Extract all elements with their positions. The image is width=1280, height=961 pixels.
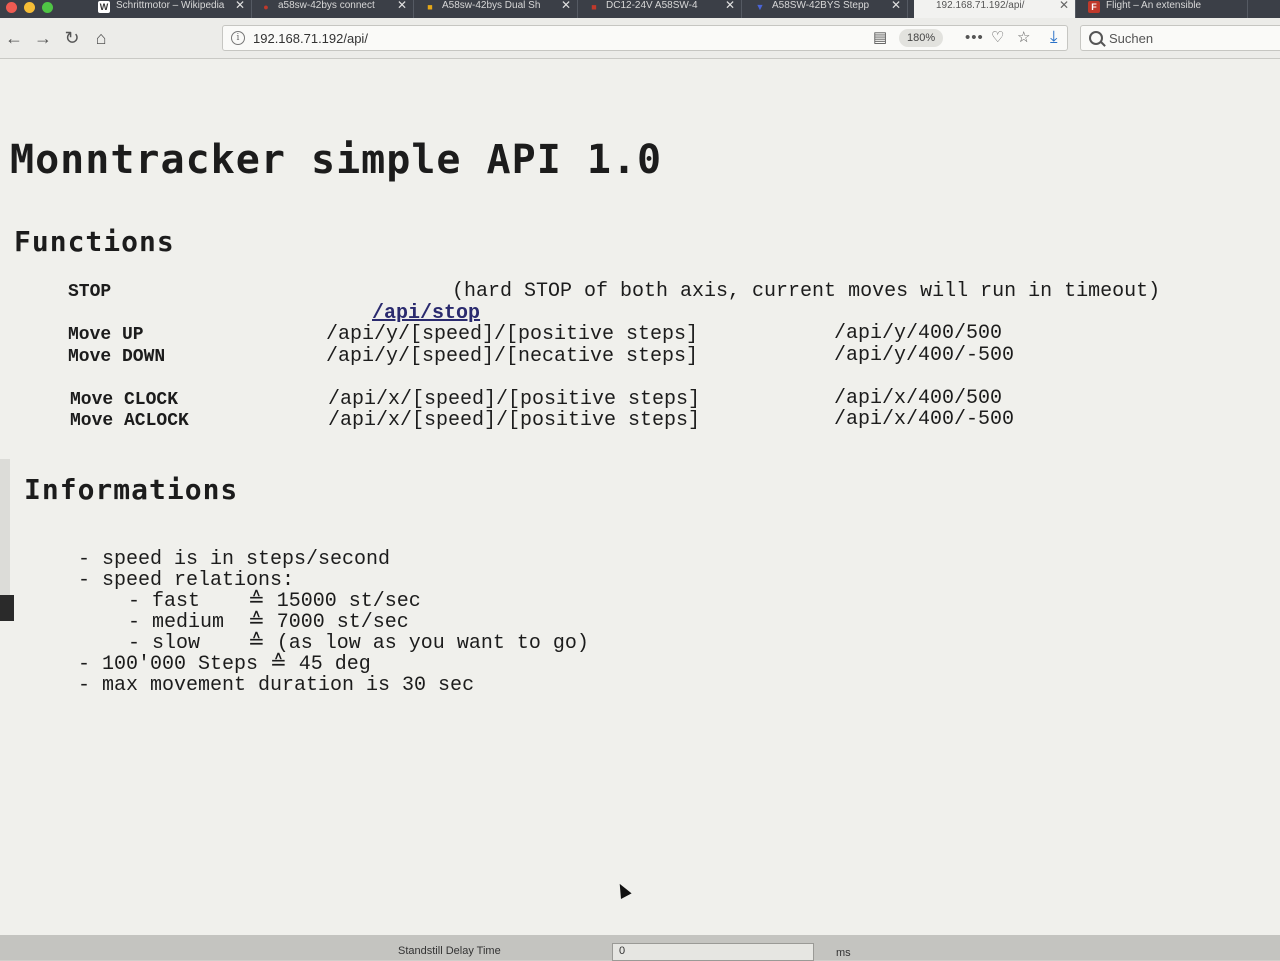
bookmark-star-icon[interactable]: ☆ <box>1017 29 1030 47</box>
move-clock-example: /api/x/400/500 <box>834 387 1003 410</box>
tab-strip: W Schrittmotor – Wikipedia ✕ ● a58sw-42b… <box>0 0 1280 18</box>
info-line: - 100'000 Steps ≙ 45 deg <box>78 653 371 676</box>
page-actions-icon[interactable]: ••• <box>965 29 984 47</box>
aliexpress-favicon-icon: ■ <box>427 2 433 12</box>
tab-wikipedia[interactable]: W Schrittmotor – Wikipedia ✕ <box>94 0 252 18</box>
pocket-icon[interactable]: ♡ <box>991 29 1004 47</box>
info-line: - fast ≙ 15000 st/sec <box>104 590 421 613</box>
move-down-pattern: /api/y/[speed]/[necative steps] <box>326 345 699 368</box>
functions-heading: Functions <box>14 225 175 258</box>
close-tab-icon[interactable]: ✕ <box>725 0 735 11</box>
tab-title: Schrittmotor – Wikipedia <box>116 0 225 11</box>
standstill-delay-unit: ms <box>836 947 851 959</box>
api-stop-link[interactable]: /api/stop <box>372 302 480 325</box>
site-favicon-icon: ■ <box>591 2 597 12</box>
address-bar[interactable]: i 192.168.71.192/api/ ▤ 180% ••• ♡ ☆ <box>222 25 1068 51</box>
tab-flight[interactable]: F Flight – An extensible <box>1084 0 1248 18</box>
zoom-level-badge[interactable]: 180% <box>899 29 944 47</box>
move-up-pattern: /api/y/[speed]/[positive steps] <box>326 323 699 346</box>
forward-icon[interactable]: → <box>32 27 54 49</box>
tab-dc12-24v[interactable]: ■ DC12-24V A58SW-4 ✕ <box>584 0 742 18</box>
url-text[interactable]: 192.168.71.192/api/ <box>253 31 368 46</box>
informations-heading: Informations <box>24 473 239 506</box>
move-aclock-example: /api/x/400/-500 <box>834 408 1015 431</box>
standstill-delay-label: Standstill Delay Time <box>398 945 501 957</box>
move-clock-pattern: /api/x/[speed]/[positive steps] <box>328 388 701 411</box>
stop-note: (hard STOP of both axis, current moves w… <box>452 280 1161 303</box>
background-window-strip: Standstill Delay Time 0 ms <box>0 935 1280 961</box>
site-favicon-icon: ● <box>263 2 269 12</box>
minimize-window-icon[interactable] <box>24 2 35 13</box>
navigation-toolbar: ← → ↻ ⌂ i 192.168.71.192/api/ ▤ 180% •••… <box>0 18 1280 59</box>
info-line: - speed relations: <box>78 569 295 592</box>
info-line: - speed is in steps/second <box>78 548 391 571</box>
info-line: - medium ≙ 7000 st/sec <box>104 611 409 634</box>
tab-title: Flight – An extensible <box>1106 0 1202 11</box>
move-down-example: /api/y/400/-500 <box>834 344 1015 367</box>
standstill-delay-field[interactable] <box>612 943 814 961</box>
close-window-icon[interactable] <box>6 2 17 13</box>
tab-title: A58sw-42bys Dual Sh <box>442 0 541 11</box>
info-line: - max movement duration is 30 sec <box>78 674 475 697</box>
info-icon[interactable]: i <box>231 31 245 45</box>
maximize-window-icon[interactable] <box>42 2 53 13</box>
standstill-delay-value: 0 <box>619 945 626 957</box>
shield-favicon-icon: ▼ <box>755 2 765 12</box>
reader-view-icon[interactable]: ▤ <box>873 29 887 47</box>
tab-title: 192.168.71.192/api/ <box>936 0 1025 11</box>
move-clock-label: Move CLOCK <box>70 390 179 410</box>
background-window-edge <box>0 595 14 621</box>
move-aclock-pattern: /api/x/[speed]/[positive steps] <box>328 409 701 432</box>
wikipedia-favicon-icon: W <box>98 1 110 13</box>
move-up-label: Move UP <box>68 325 144 345</box>
page-content: Monntracker simple API 1.0 Functions STO… <box>0 59 1280 935</box>
page-title: Monntracker simple API 1.0 <box>10 137 663 183</box>
move-down-label: Move DOWN <box>68 347 166 367</box>
info-line: - slow ≙ (as low as you want to go) <box>104 632 589 655</box>
home-icon[interactable]: ⌂ <box>90 27 112 49</box>
close-tab-icon[interactable]: ✕ <box>235 0 245 11</box>
move-up-example: /api/y/400/500 <box>834 322 1003 345</box>
search-icon <box>1089 31 1103 45</box>
tab-title: DC12-24V A58SW-4 <box>606 0 698 11</box>
background-window-edge <box>0 459 10 599</box>
tab-a58sw-dual[interactable]: ■ A58sw-42bys Dual Sh ✕ <box>420 0 578 18</box>
close-tab-icon[interactable]: ✕ <box>561 0 571 11</box>
tab-a58sw-stepper[interactable]: ▼ A58SW-42BYS Stepp ✕ <box>750 0 908 18</box>
tab-title: a58sw-42bys connect <box>278 0 375 11</box>
close-tab-icon[interactable]: ✕ <box>397 0 407 11</box>
reload-icon[interactable]: ↻ <box>61 27 83 49</box>
tab-api-active[interactable]: 192.168.71.192/api/ ✕ <box>914 0 1076 18</box>
download-icon[interactable]: ⤓ <box>1050 27 1058 47</box>
stop-label: STOP <box>68 282 112 302</box>
move-aclock-label: Move ACLOCK <box>70 411 189 431</box>
close-tab-icon[interactable]: ✕ <box>891 0 901 11</box>
search-placeholder: Suchen <box>1109 31 1154 46</box>
tab-a58sw-connect[interactable]: ● a58sw-42bys connect ✕ <box>256 0 414 18</box>
back-icon[interactable]: ← <box>3 27 25 49</box>
tab-title: A58SW-42BYS Stepp <box>772 0 870 11</box>
close-tab-icon[interactable]: ✕ <box>1059 0 1069 11</box>
search-box[interactable]: Suchen <box>1080 25 1280 51</box>
flight-favicon-icon: F <box>1088 1 1100 13</box>
